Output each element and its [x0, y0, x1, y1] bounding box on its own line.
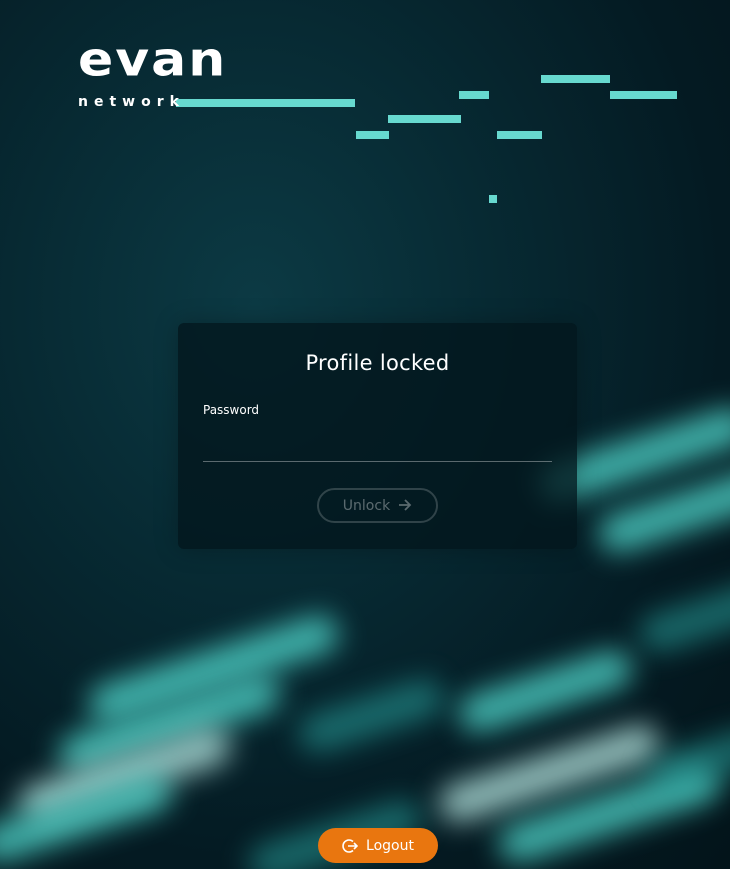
unlock-card: Profile locked Password Unlock [178, 323, 577, 549]
password-label: Password [203, 403, 260, 417]
logo-subtitle: network [78, 94, 185, 110]
unlock-button[interactable]: Unlock [317, 488, 438, 523]
logo-wordmark: evan [78, 33, 228, 87]
logout-button[interactable]: Logout [318, 828, 438, 863]
unlock-button-label: Unlock [342, 497, 391, 514]
logout-button-label: Logout [366, 837, 414, 854]
card-title: Profile locked [305, 351, 450, 375]
password-input[interactable] [203, 427, 552, 462]
logout-icon [342, 838, 359, 854]
arrow-right-icon [398, 498, 412, 514]
evan-network-logo: evan network [78, 33, 228, 110]
